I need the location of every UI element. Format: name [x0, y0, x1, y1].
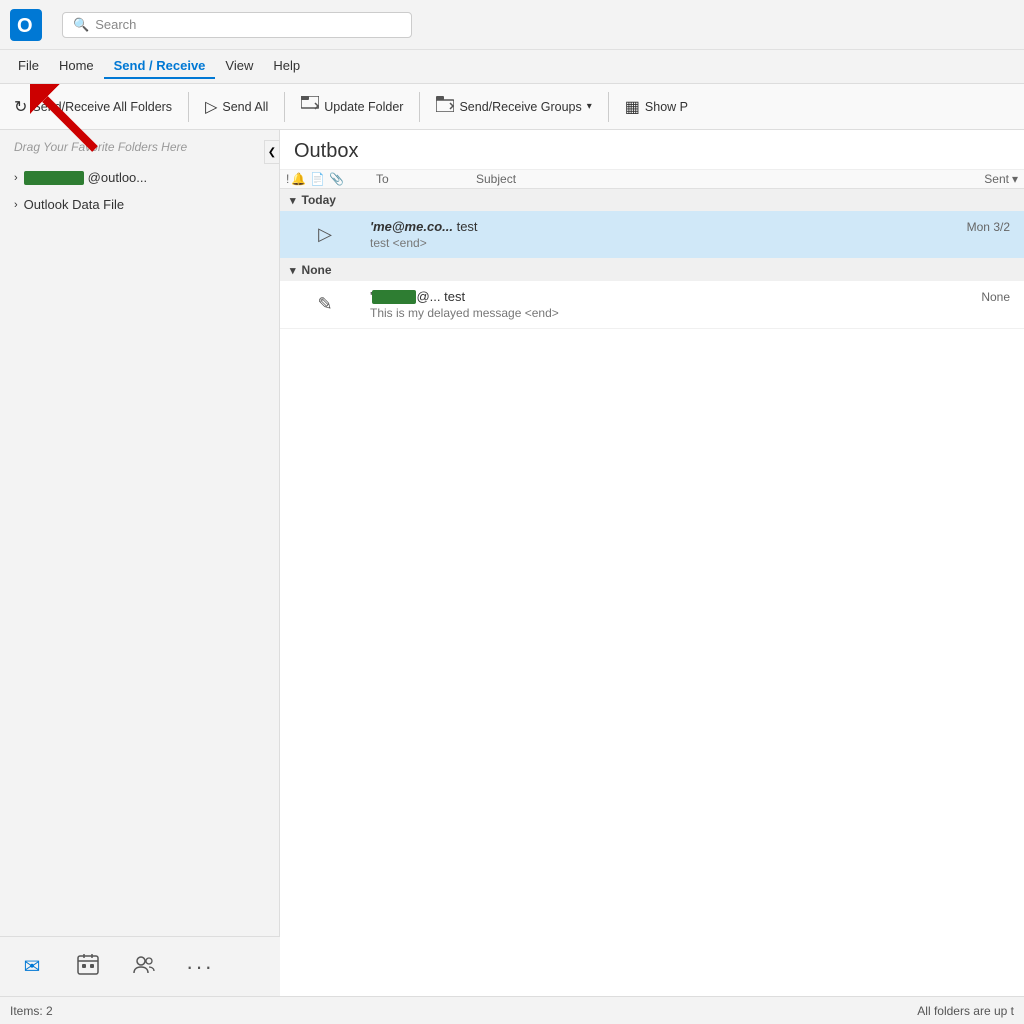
email-1-send-icon: ▷ [318, 224, 332, 245]
nav-people[interactable] [126, 949, 162, 985]
status-sync-status: All folders are up t [917, 1004, 1014, 1018]
nav-more[interactable]: ··· [182, 949, 218, 985]
email-row-2[interactable]: ✎ ' @... test None This is my delayed me… [280, 281, 1024, 329]
email-1-date: Mon 3/2 [967, 220, 1010, 234]
more-icon: ··· [186, 954, 214, 980]
email-list-header: ! 🔔 📄 📎 To Subject Sent ▾ [280, 170, 1024, 189]
menu-send-receive[interactable]: Send / Receive [104, 54, 216, 79]
ribbon-send-receive-all[interactable]: ↻ Send/Receive All Folders [6, 93, 180, 121]
sidebar-data-file-item[interactable]: › Outlook Data File [0, 191, 279, 218]
search-box[interactable]: 🔍 Search [62, 12, 412, 38]
svg-text:O: O [17, 15, 33, 37]
col-header-subject: Subject [470, 172, 934, 186]
email-2-edit-icon: ✎ [317, 294, 332, 315]
calendar-icon [77, 953, 99, 981]
email-1-preview: test <end> [370, 236, 1024, 250]
account-redacted-label [24, 171, 84, 185]
ribbon-send-all[interactable]: ▷ Send All [197, 93, 276, 121]
email-2-sender: ' @... test [370, 289, 465, 305]
collapse-icon: ❮ [268, 147, 276, 158]
nav-calendar[interactable] [70, 949, 106, 985]
email-1-content: 'me@me.co... test Mon 3/2 test <end> [370, 219, 1024, 250]
ribbon-send-receive-groups-label: Send/Receive Groups [459, 100, 581, 114]
email-row-1[interactable]: ▷ 'me@me.co... test Mon 3/2 test <end> [280, 211, 1024, 259]
send-all-icon: ▷ [205, 97, 217, 117]
update-folder-icon [301, 96, 319, 117]
bottom-nav: ✉ ··· [0, 936, 280, 996]
ribbon-update-folder[interactable]: Update Folder [293, 92, 411, 121]
email-2-date: None [981, 290, 1010, 304]
col-header-sent: Sent ▾ [934, 172, 1024, 186]
email-2-content: ' @... test None This is my delayed mess… [370, 289, 1024, 321]
email-2-top: ' @... test None [370, 289, 1024, 305]
group-header-today[interactable]: ▾ Today [280, 189, 1024, 211]
ribbon-sep-2 [284, 92, 285, 122]
data-file-chevron-icon: › [14, 199, 18, 211]
col-header-to: To [370, 172, 470, 186]
nav-mail[interactable]: ✉ [14, 949, 50, 985]
ribbon-send-all-label: Send All [222, 100, 268, 114]
ribbon-sep-1 [188, 92, 189, 122]
menu-file[interactable]: File [8, 54, 49, 79]
send-receive-groups-icon [436, 96, 454, 117]
show-progress-icon: ▦ [625, 97, 640, 117]
group-header-none[interactable]: ▾ None [280, 259, 1024, 281]
dropdown-chevron-icon: ▾ [587, 101, 592, 112]
ribbon-update-folder-label: Update Folder [324, 100, 403, 114]
title-bar: O 🔍 Search [0, 0, 1024, 50]
sidebar: ❮ Drag Your Favorite Folders Here › @out… [0, 130, 280, 996]
col-header-icons: ! 🔔 📄 📎 [280, 172, 370, 186]
content-area: Outbox ! 🔔 📄 📎 To Subject Sent ▾ ▾ Today [280, 130, 1024, 996]
ribbon-sep-4 [608, 92, 609, 122]
status-bar: Items: 2 All folders are up t [0, 996, 1024, 1024]
account-label: @outloo... [88, 170, 147, 185]
main-layout: ❮ Drag Your Favorite Folders Here › @out… [0, 130, 1024, 996]
group-today-label: Today [302, 193, 336, 207]
sent-sort-icon: ▾ [1012, 172, 1018, 186]
menu-view[interactable]: View [215, 54, 263, 79]
search-icon: 🔍 [73, 17, 89, 33]
email-2-preview: This is my delayed message <end> [370, 306, 1024, 320]
outbox-title: Outbox [280, 130, 1024, 170]
menu-help[interactable]: Help [263, 54, 310, 79]
email-2-icon: ✎ [280, 294, 370, 315]
outlook-logo: O [10, 9, 42, 41]
email-1-icon: ▷ [280, 224, 370, 245]
search-placeholder: Search [95, 17, 136, 32]
email-1-sender: 'me@me.co... test [370, 219, 478, 234]
group-none-label: None [302, 263, 332, 277]
sidebar-drag-hint: Drag Your Favorite Folders Here [0, 130, 279, 164]
mail-icon: ✉ [24, 954, 41, 979]
today-chevron-icon: ▾ [290, 194, 296, 207]
none-chevron-icon: ▾ [290, 264, 296, 277]
ribbon-show-progress-label: Show P [645, 100, 688, 114]
ribbon-show-progress[interactable]: ▦ Show P [617, 93, 696, 121]
ribbon: ↻ Send/Receive All Folders ▷ Send All Up… [0, 84, 1024, 130]
ribbon-send-receive-groups[interactable]: Send/Receive Groups ▾ [428, 92, 599, 121]
sidebar-account-item[interactable]: › @outloo... [0, 164, 279, 191]
ribbon-send-receive-all-label: Send/Receive All Folders [32, 100, 172, 114]
send-receive-all-icon: ↻ [14, 97, 27, 117]
menu-home[interactable]: Home [49, 54, 104, 79]
people-icon [133, 953, 155, 981]
status-items-count: Items: 2 [10, 1004, 53, 1018]
account-chevron-icon: › [14, 172, 18, 184]
ribbon-sep-3 [419, 92, 420, 122]
data-file-label: Outlook Data File [24, 197, 124, 212]
menu-bar: File Home Send / Receive View Help [0, 50, 1024, 84]
sidebar-collapse-button[interactable]: ❮ [264, 140, 280, 164]
email-1-top: 'me@me.co... test Mon 3/2 [370, 219, 1024, 234]
